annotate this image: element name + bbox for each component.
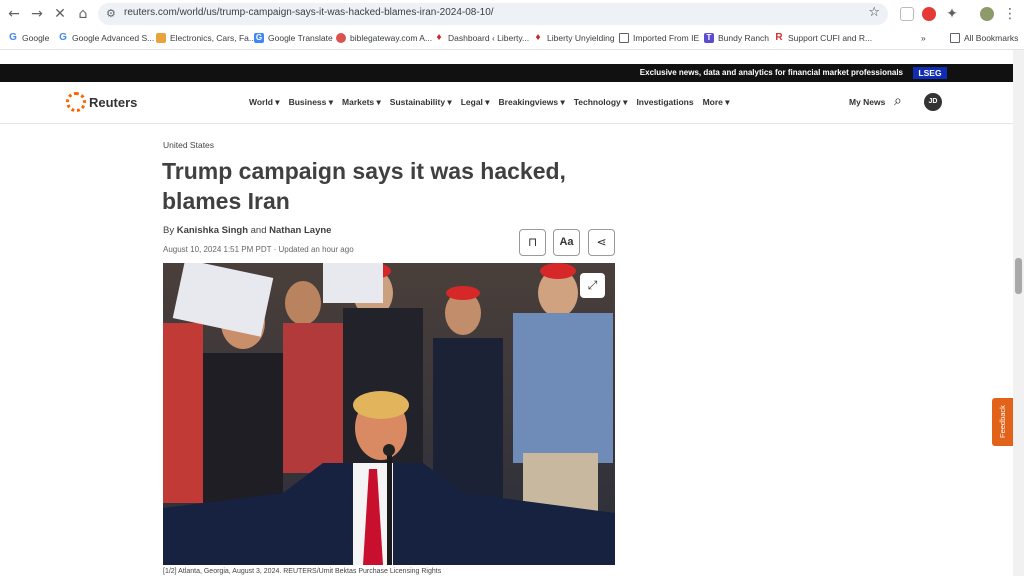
site-info-icon[interactable]: ⚙	[106, 7, 116, 20]
extensions-puzzle-icon[interactable]: ✦	[944, 6, 960, 22]
extension-icon[interactable]	[900, 7, 914, 21]
more-bookmarks-button[interactable]: »	[921, 33, 926, 43]
bundy-ranch-icon: T	[704, 33, 714, 43]
bookmark-item[interactable]: biblegateway.com A...	[336, 33, 432, 43]
folder-icon	[950, 33, 960, 43]
photo-caption: [1/2] Atlanta, Georgia, August 3, 2024. …	[163, 568, 442, 575]
nav-markets[interactable]: Markets ▾	[342, 97, 381, 108]
biblegateway-icon	[336, 33, 346, 43]
bookmark-item[interactable]: ♦ Dashboard ‹ Liberty...	[434, 32, 529, 44]
main-nav: World ▾ Business ▾ Markets ▾ Sustainabil…	[249, 97, 730, 108]
reuters-logo[interactable]: Reuters	[66, 92, 137, 112]
bookmark-item[interactable]: G Google	[8, 32, 49, 44]
nav-legal[interactable]: Legal ▾	[461, 97, 490, 108]
bookmark-item[interactable]: G Google Translate	[254, 33, 333, 43]
browser-menu-icon[interactable]: ⋮	[1002, 6, 1018, 22]
section-kicker[interactable]: United States	[163, 140, 214, 150]
bookmark-item[interactable]: R Support CUFI and R...	[774, 32, 872, 44]
nav-business[interactable]: Business ▾	[289, 97, 333, 108]
site-header: Reuters World ▾ Business ▾ Markets ▾ Sus…	[0, 82, 1013, 124]
rally-photo-illustration	[163, 263, 615, 565]
home-icon[interactable]: ⌂	[75, 6, 91, 22]
flame-icon: ♦	[535, 32, 541, 43]
text-size-icon: Aa	[559, 236, 574, 248]
browser-toolbar: ← → ✕ ⌂ ⚙ reuters.com/world/us/trump-cam…	[0, 0, 1024, 28]
nav-breakingviews[interactable]: Breakingviews ▾	[499, 97, 565, 108]
lead-photo[interactable]: ⤢	[163, 263, 615, 565]
profile-avatar-icon[interactable]	[980, 7, 994, 21]
google-icon: G	[9, 32, 17, 43]
my-news-link[interactable]: My News	[849, 97, 885, 107]
nav-more[interactable]: More ▾	[703, 97, 730, 108]
scrollbar-thumb[interactable]	[1015, 258, 1022, 294]
promo-text: Exclusive news, data and analytics for f…	[639, 68, 903, 77]
nav-world[interactable]: World ▾	[249, 97, 280, 108]
cufi-icon: R	[775, 32, 783, 43]
bookmark-item[interactable]: G Google Advanced S...	[58, 32, 154, 44]
bookmarks-bar: G Google G Google Advanced S... Electronic…	[0, 28, 1024, 50]
bookmark-item[interactable]: ♦ Liberty Unyielding	[533, 32, 614, 44]
address-bar[interactable]: ⚙ reuters.com/world/us/trump-campaign-sa…	[98, 3, 888, 25]
account-avatar[interactable]: JD	[924, 93, 942, 111]
feedback-tab[interactable]: Feedback	[992, 398, 1013, 446]
bookmark-item[interactable]: Electronics, Cars, Fa...	[156, 33, 256, 43]
save-article-button[interactable]: ⊓	[519, 229, 546, 256]
expand-icon: ⤢	[587, 278, 598, 292]
bookmark-folder[interactable]: Imported From IE	[619, 33, 699, 43]
bookmark-star-icon[interactable]: ☆	[868, 5, 880, 20]
lseg-logo: LSEG	[913, 67, 947, 79]
article-headline: Trump campaign says it was hacked, blame…	[162, 158, 566, 214]
flame-icon: ♦	[436, 32, 442, 43]
google-icon: G	[59, 32, 67, 43]
nav-sustainability[interactable]: Sustainability ▾	[390, 97, 452, 108]
share-button[interactable]: ⋖	[588, 229, 615, 256]
author-link[interactable]: Nathan Layne	[269, 225, 331, 236]
translate-icon: G	[254, 33, 264, 43]
search-icon[interactable]: ⌕	[894, 93, 902, 109]
folder-icon	[619, 33, 629, 43]
share-icon: ⋖	[596, 235, 607, 249]
nav-investigations[interactable]: Investigations	[636, 97, 693, 108]
stop-loading-icon[interactable]: ✕	[52, 6, 68, 22]
back-icon[interactable]: ←	[6, 6, 22, 22]
article-date: August 10, 2024 1:51 PM PDT · Updated an…	[163, 245, 354, 254]
expand-image-button[interactable]: ⤢	[580, 273, 605, 298]
byline: By Kanishka Singh and Nathan Layne	[163, 225, 332, 236]
bookmark-icon: ⊓	[527, 235, 538, 249]
reuters-logo-icon	[66, 92, 86, 112]
author-link[interactable]: Kanishka Singh	[177, 225, 248, 236]
scrollbar-track[interactable]	[1013, 50, 1024, 576]
bookmark-item[interactable]: T Bundy Ranch	[704, 33, 769, 43]
promo-banner[interactable]: Exclusive news, data and analytics for f…	[0, 64, 1013, 82]
all-bookmarks-button[interactable]: All Bookmarks	[950, 33, 1018, 43]
forward-icon[interactable]: →	[29, 6, 45, 22]
text-size-button[interactable]: Aa	[553, 229, 580, 256]
url-text[interactable]: reuters.com/world/us/trump-campaign-says…	[124, 7, 494, 18]
nav-technology[interactable]: Technology ▾	[574, 97, 628, 108]
shop-icon	[156, 33, 166, 43]
adblock-extension-icon[interactable]	[922, 7, 936, 21]
logo-text: Reuters	[89, 94, 138, 110]
